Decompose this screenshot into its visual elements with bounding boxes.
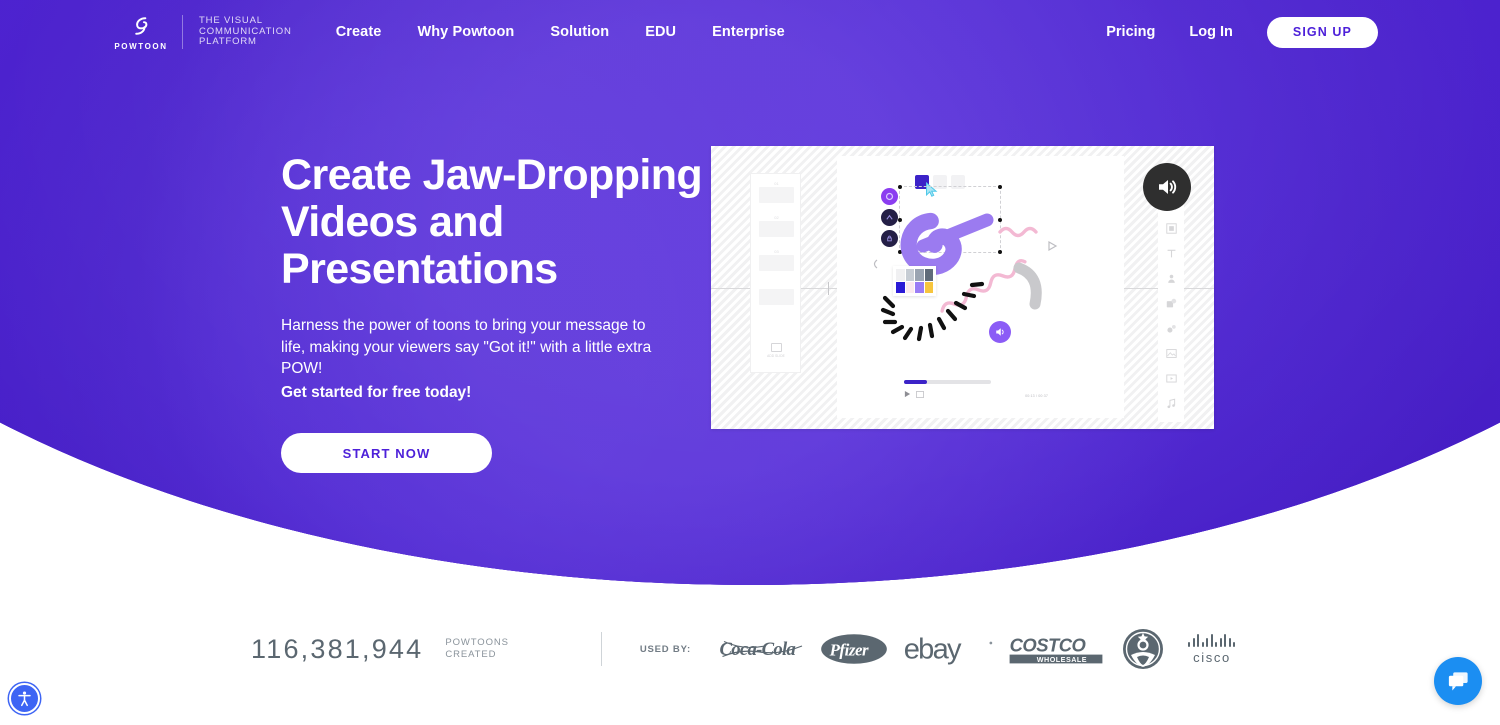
logo-divider: [182, 15, 183, 49]
powtoons-created-count: 116,381,944: [251, 633, 424, 664]
signup-button[interactable]: SIGN UP: [1266, 16, 1378, 48]
stats-strip: 116,381,944 POWTOONS CREATED USED BY: Co…: [0, 614, 1500, 684]
nav-item-create[interactable]: Create: [336, 24, 382, 40]
svg-text:Coca-Cola: Coca-Cola: [719, 639, 795, 660]
video-sound-button[interactable]: [1143, 163, 1191, 211]
props-icon[interactable]: [1166, 323, 1177, 334]
image-icon[interactable]: [1165, 348, 1177, 359]
add-slide-button[interactable]: ADD SLIDE: [765, 343, 787, 358]
accessibility-button[interactable]: [9, 683, 40, 714]
video-icon[interactable]: [1165, 373, 1177, 384]
slide-number: 01: [774, 181, 779, 186]
slide-number: [759, 282, 794, 289]
shapes-icon[interactable]: [1166, 298, 1177, 309]
hero-title-line1: Create Jaw-Dropping: [281, 151, 703, 199]
slide-number: 02: [774, 215, 779, 220]
slide-thumbnail: [759, 255, 794, 271]
playback-progress-bar[interactable]: [904, 380, 991, 384]
logo[interactable]: Powtoon THE VISUAL COMMUNICATION PLATFOR…: [112, 13, 292, 51]
hero-subtitle: Harness the power of toons to bring your…: [281, 315, 653, 403]
editor-right-rail: [1158, 192, 1184, 422]
playback-timecode: 00:13 / 00:37: [1025, 394, 1048, 398]
powtoon-glyph-icon: [135, 17, 148, 35]
cisco-bars-icon: [1188, 633, 1236, 647]
starbucks-logo: [1111, 627, 1175, 671]
frame-icon[interactable]: [1165, 223, 1177, 234]
svg-text:WHOLESALE: WHOLESALE: [1037, 655, 1087, 664]
playback-progress-fill: [904, 380, 927, 384]
svg-text:ebay: ebay: [904, 633, 962, 665]
svg-text:COSTCO: COSTCO: [1010, 634, 1086, 655]
voice-over-icon[interactable]: [989, 321, 1011, 343]
slide-thumbnail: [759, 187, 794, 203]
logo-tagline: THE VISUAL COMMUNICATION PLATFORM: [199, 16, 292, 48]
chat-bubble-icon: [1448, 671, 1468, 691]
nav-item-why-powtoon[interactable]: Why Powtoon: [417, 24, 514, 40]
play-icon[interactable]: [904, 390, 911, 398]
editor-slide-panel: 01 02 03 ADD SLIDE: [750, 173, 801, 373]
playback-controls[interactable]: [904, 390, 924, 398]
nav-item-solution[interactable]: Solution: [550, 24, 609, 40]
hero-title-line2: Videos and Presentations: [281, 198, 558, 293]
brand-logos: Coca-Cola Pfizer ebay COSTCO WHOLESALE c…: [715, 627, 1249, 671]
logo-mark: Powtoon: [112, 13, 170, 51]
main-nav: Create Why Powtoon Solution EDU Enterpri…: [336, 24, 785, 40]
chat-widget-button[interactable]: [1434, 657, 1482, 705]
hero-title: Create Jaw-Dropping Videos and Presentat…: [281, 152, 711, 293]
powtoons-created-label-line1: POWTOONS: [445, 637, 509, 648]
nav-item-edu[interactable]: EDU: [645, 24, 676, 40]
music-icon[interactable]: [1166, 398, 1177, 409]
stats-divider: [600, 632, 602, 666]
color-swatch-popup[interactable]: [893, 266, 936, 296]
powtoons-created-label-line2: CREATED: [445, 649, 497, 660]
nav-item-enterprise[interactable]: Enterprise: [712, 24, 785, 40]
page-bottom-edge: [0, 721, 1500, 725]
text-icon[interactable]: [1166, 248, 1177, 259]
used-by-label: USED BY:: [639, 643, 691, 655]
pricing-link[interactable]: Pricing: [1106, 24, 1155, 40]
logo-tagline-line3: PLATFORM: [199, 36, 257, 48]
slide-number: 03: [774, 249, 779, 254]
pfizer-logo: Pfizer: [811, 633, 897, 665]
add-slide-icon: [770, 343, 782, 352]
svg-text:Pfizer: Pfizer: [829, 641, 869, 660]
add-slide-label: ADD SLIDE: [767, 354, 785, 358]
accessibility-icon: [18, 691, 31, 707]
header-actions: Pricing Log In SIGN UP: [1106, 16, 1378, 48]
cisco-wordmark: cisco: [1193, 649, 1231, 665]
login-link[interactable]: Log In: [1189, 24, 1233, 40]
powtoons-created-label: POWTOONS CREATED: [445, 637, 509, 661]
start-now-button[interactable]: START NOW: [281, 433, 492, 473]
hero-copy: Create Jaw-Dropping Videos and Presentat…: [281, 152, 711, 473]
site-header: Powtoon THE VISUAL COMMUNICATION PLATFOR…: [0, 0, 1500, 64]
character-icon[interactable]: [1166, 273, 1177, 284]
page-root: Powtoon THE VISUAL COMMUNICATION PLATFOR…: [0, 0, 1500, 725]
logo-wordmark: Powtoon: [114, 42, 168, 51]
hero-video-player[interactable]: 01 02 03 ADD SLIDE 00:13 / 00:37: [711, 146, 1214, 429]
coca-cola-logo: Coca-Cola: [715, 634, 811, 664]
editor-stage: 00:13 / 00:37: [837, 156, 1124, 418]
slide-thumbnail: [759, 289, 794, 305]
stage-artwork: [873, 212, 1058, 342]
hero-subtitle-text: Harness the power of toons to bring your…: [281, 317, 652, 377]
speaker-on-icon: [1159, 180, 1177, 194]
costco-logo: COSTCO WHOLESALE: [1001, 632, 1111, 666]
slide-thumbnail: [759, 221, 794, 237]
hero-subtitle-bold: Get started for free today!: [281, 383, 472, 401]
cisco-logo: cisco: [1175, 633, 1249, 665]
speed-icon[interactable]: [916, 390, 924, 398]
ebay-logo: ebay: [897, 632, 1001, 666]
